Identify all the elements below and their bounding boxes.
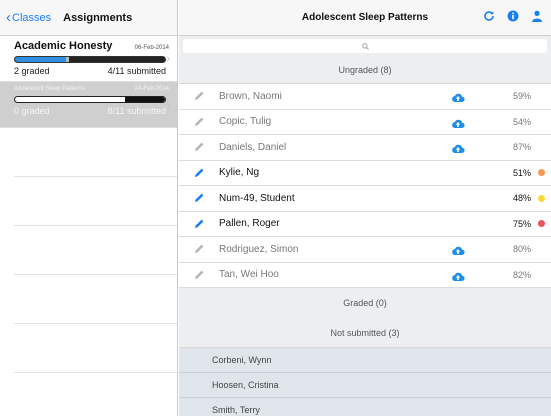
chevron-right-icon: ›	[166, 53, 170, 65]
cloud-upload-icon	[451, 243, 465, 261]
student-row[interactable]: Num-49, Student 48%	[179, 186, 551, 212]
ungraded-list: Brown, Naomi 59% Copic, Tulig 54% Daniels, D…	[179, 84, 551, 288]
search-bar	[179, 36, 551, 56]
student-percent: 48%	[512, 193, 531, 204]
empty-list-row	[14, 275, 177, 324]
assignments-pane: ‹ Classes Assignments Academic Honesty 0…	[0, 0, 178, 416]
right-navbar: Adolescent Sleep Patterns	[179, 0, 551, 36]
pencil-icon[interactable]	[179, 167, 219, 179]
info-icon[interactable]	[507, 10, 519, 22]
graded-progress	[15, 57, 66, 62]
empty-list-row	[14, 373, 177, 416]
back-label: Classes	[12, 11, 52, 24]
not-submitted-row[interactable]: Corbeni, Wynn	[179, 348, 551, 373]
not-submitted-list: Corbeni, Wynn Hoosen, Cristina Smith, Terr…	[179, 348, 551, 416]
cloud-upload-icon	[451, 141, 465, 159]
pencil-icon[interactable]	[179, 116, 219, 128]
pencil-icon[interactable]	[179, 269, 219, 281]
assignment-name: Academic Honesty	[14, 40, 113, 52]
assignment-name: Adolescent Sleep Patterns	[14, 86, 85, 92]
cloud-upload-icon	[451, 269, 465, 287]
cloud-upload-icon	[451, 90, 465, 108]
chevron-left-icon: ‹	[6, 9, 11, 26]
person-icon[interactable]	[531, 10, 543, 22]
empty-list-row	[14, 226, 177, 275]
graded-count: 0 graded	[14, 106, 50, 116]
progress-bar	[14, 56, 166, 63]
chevron-right-icon: ›	[166, 99, 170, 111]
refresh-icon[interactable]	[483, 10, 495, 22]
submitted-progress	[124, 97, 165, 102]
not-submitted-row[interactable]: Smith, Terry	[179, 398, 551, 416]
pencil-icon[interactable]	[179, 90, 219, 102]
assignment-card-academic-honesty[interactable]: Academic Honesty 06-Feb-2014 2 graded 4/…	[0, 36, 177, 82]
submitted-count: 8/11 submitted	[107, 106, 166, 116]
assignment-title: Adolescent Sleep Patterns	[301, 12, 429, 23]
student-percent: 87%	[512, 142, 531, 153]
empty-list-row	[14, 128, 177, 177]
student-percent: 54%	[512, 116, 531, 127]
student-row[interactable]: Copic, Tulig 54%	[179, 109, 551, 135]
pencil-icon[interactable]	[179, 141, 219, 153]
search-icon	[361, 42, 369, 50]
student-percent: 59%	[512, 91, 531, 102]
detail-pane: Adolescent Sleep Patterns Ungraded (8) B…	[179, 0, 551, 416]
not-submitted-row[interactable]: Hoosen, Cristina	[179, 373, 551, 398]
student-row[interactable]: Daniels, Daniel 87%	[179, 135, 551, 161]
submitted-count: 4/11 submitted	[107, 66, 166, 76]
submitted-progress	[66, 57, 69, 62]
student-row[interactable]: Brown, Naomi 59%	[179, 84, 551, 110]
student-percent: 75%	[512, 218, 531, 229]
assignment-date: 06-Feb-2014	[134, 45, 169, 51]
assignment-date: 24-Feb-2014	[134, 86, 169, 92]
assignment-card-adolescent-sleep[interactable]: Adolescent Sleep Patterns 24-Feb-2014 0 …	[0, 82, 177, 128]
cloud-upload-icon	[451, 116, 465, 134]
status-dot	[538, 194, 545, 202]
progress-bar	[14, 96, 166, 103]
student-percent: 80%	[512, 244, 531, 255]
back-button[interactable]: ‹ Classes	[6, 10, 51, 25]
pane-title: Assignments	[63, 11, 133, 24]
graded-count: 2 graded	[14, 66, 50, 76]
pencil-icon[interactable]	[179, 192, 219, 204]
empty-list-row	[14, 177, 177, 226]
student-row[interactable]: Tan, Wei Hoo 82%	[179, 262, 551, 288]
section-header-graded: Graded (0)	[179, 288, 551, 318]
left-navbar: ‹ Classes Assignments	[0, 0, 177, 36]
student-percent: 51%	[512, 167, 531, 178]
student-percent: 82%	[512, 269, 531, 280]
student-row[interactable]: Pallen, Roger 75%	[179, 211, 551, 237]
search-input[interactable]	[183, 39, 547, 53]
section-header-ungraded: Ungraded (8)	[179, 56, 551, 84]
pencil-icon[interactable]	[179, 243, 219, 255]
pencil-icon[interactable]	[179, 218, 219, 230]
student-row[interactable]: Rodriguez, Simon 80%	[179, 237, 551, 263]
empty-list-row	[14, 324, 177, 373]
student-row[interactable]: Kylie, Ng 51%	[179, 160, 551, 186]
section-header-not-submitted: Not submitted (3)	[179, 318, 551, 348]
